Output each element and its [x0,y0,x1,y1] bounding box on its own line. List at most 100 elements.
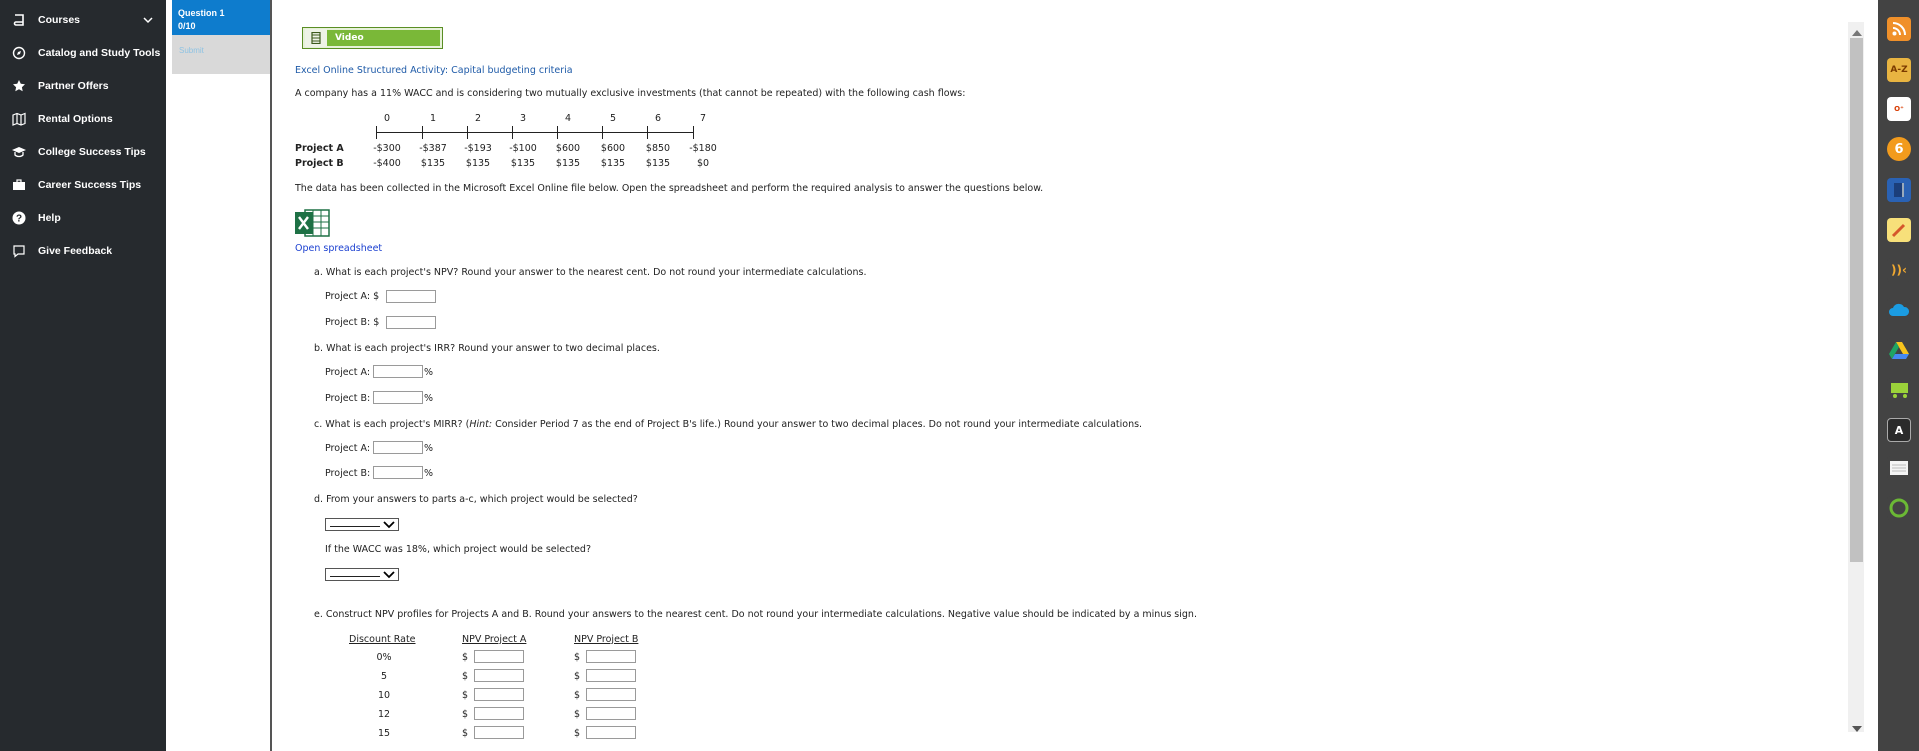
cash-flow-cell: -$100 [509,143,537,154]
npv-a-rate-input[interactable] [474,707,524,720]
project-select-dropdown[interactable] [325,518,399,531]
rate-cell: 0% [376,652,392,663]
question-tab-active[interactable]: Question 1 0/10 [172,0,271,35]
npv-a-rate-input[interactable] [474,726,524,739]
timeline-tick [467,126,468,139]
irr-a-label: Project A: [325,367,371,378]
npv-a-rate-input[interactable] [474,650,524,663]
question-label: Question 1 [178,8,225,18]
npv-a-label: Project A: $ [325,291,380,302]
scroll-up-arrow-icon[interactable] [1851,28,1863,38]
office-icon[interactable]: O⁺ [1887,97,1911,121]
video-label: Video [335,33,364,43]
drive-icon[interactable] [1887,338,1911,362]
npv-b-rate-input[interactable] [586,707,636,720]
timeline-tick [512,126,513,139]
irr-project-a-input[interactable] [373,365,423,378]
nav-label: Career Success Tips [38,179,142,191]
question-b-text: b. What is each project's IRR? Round you… [314,343,660,354]
six-icon[interactable]: 6 [1887,137,1911,161]
question-c-text: c. What is each project's MIRR? (Hint: C… [314,419,1142,430]
nav-item-courses[interactable]: Courses [0,5,166,35]
acrobat-icon[interactable]: A [1887,418,1911,442]
question-c-hint: Hint: [469,419,493,430]
book-icon[interactable] [1887,178,1911,202]
scroll-down-arrow-icon[interactable] [1851,724,1863,734]
dollar-sign: $ [462,728,469,739]
period-label: 6 [654,113,662,124]
chevron-down-icon [383,571,395,579]
period-label: 1 [429,113,437,124]
npv-b-rate-input[interactable] [586,688,636,701]
nav-item-career-success-tips[interactable]: Career Success Tips [0,170,166,200]
question-a-text: a. What is each project's NPV? Round you… [314,267,867,278]
npv-b-rate-input[interactable] [586,650,636,663]
star-icon [0,79,38,93]
notepad-icon[interactable] [1887,218,1911,242]
dollar-sign: $ [462,671,469,682]
dollar-sign: $ [462,690,469,701]
paper-icon[interactable] [1887,456,1911,480]
mirr-a-label: Project A: [325,443,371,454]
rate-cell: 10 [377,690,391,701]
nav-item-catalog[interactable]: Catalog and Study Tools [0,38,166,68]
npv-project-b-input[interactable] [386,316,436,329]
percent-sign: % [424,443,434,454]
question-icon: ? [0,211,38,225]
cloud-icon[interactable] [1887,298,1911,322]
npv-a-rate-input[interactable] [474,688,524,701]
signal-icon[interactable]: ))‹ [1887,258,1911,282]
period-label: 5 [609,113,617,124]
npv-b-rate-input[interactable] [586,669,636,682]
circle-icon[interactable] [1887,496,1911,520]
cash-flow-cell: $850 [645,143,671,154]
cash-flow-cell: -$300 [373,143,401,154]
nav-label: Courses [38,14,81,26]
timeline-tick [422,126,423,139]
cash-flow-cell: $135 [420,158,446,169]
cash-flow-cell: $0 [696,158,710,169]
period-label: 7 [699,113,707,124]
chevron-down-icon [383,521,395,529]
project-select-dropdown-wacc18[interactable] [325,568,399,581]
nav-item-partner-offers[interactable]: Partner Offers [0,71,166,101]
npv-a-rate-input[interactable] [474,669,524,682]
npv-b-label: Project B: $ [325,317,380,328]
timeline-tick [376,126,377,139]
project-b-label: Project B [295,158,344,169]
rate-cell: 15 [377,728,391,739]
nav-item-college-success-tips[interactable]: College Success Tips [0,137,166,167]
cart-icon[interactable] [1887,378,1911,402]
mirr-project-b-input[interactable] [373,466,423,479]
npv-project-a-input[interactable] [386,290,436,303]
video-button[interactable]: Video [302,27,443,49]
mirr-b-label: Project B: [325,468,371,479]
left-sidebar: Courses Catalog and Study Tools Partner … [0,0,166,751]
submit-button[interactable]: Submit [179,46,204,55]
cash-flow-cell: $135 [600,158,626,169]
intro-text: A company has a 11% WACC and is consider… [295,88,966,99]
select-placeholder-line [330,526,380,527]
a-z-icon[interactable]: A-Z [1887,58,1911,82]
percent-sign: % [424,367,434,378]
rss-icon[interactable] [1887,17,1911,41]
cash-flow-cell: $600 [600,143,626,154]
excel-icon[interactable] [295,208,331,238]
nav-item-rental-options[interactable]: Rental Options [0,104,166,134]
scrollbar-thumb[interactable] [1850,38,1863,562]
mirr-project-a-input[interactable] [373,441,423,454]
npv-b-rate-input[interactable] [586,726,636,739]
dollar-sign: $ [462,652,469,663]
open-spreadsheet-link[interactable]: Open spreadsheet [295,243,382,254]
briefcase-icon [0,178,38,192]
irr-project-b-input[interactable] [373,391,423,404]
header-npv-b: NPV Project B [574,634,639,645]
nav-item-help[interactable]: ? Help [0,203,166,233]
header-discount-rate: Discount Rate [349,634,416,645]
cash-flow-cell: $135 [645,158,671,169]
chevron-down-icon[interactable] [142,14,154,26]
nav-item-give-feedback[interactable]: Give Feedback [0,236,166,266]
dollar-sign: $ [574,652,581,663]
data-note: The data has been collected in the Micro… [295,183,1044,194]
timeline-tick [602,126,603,139]
